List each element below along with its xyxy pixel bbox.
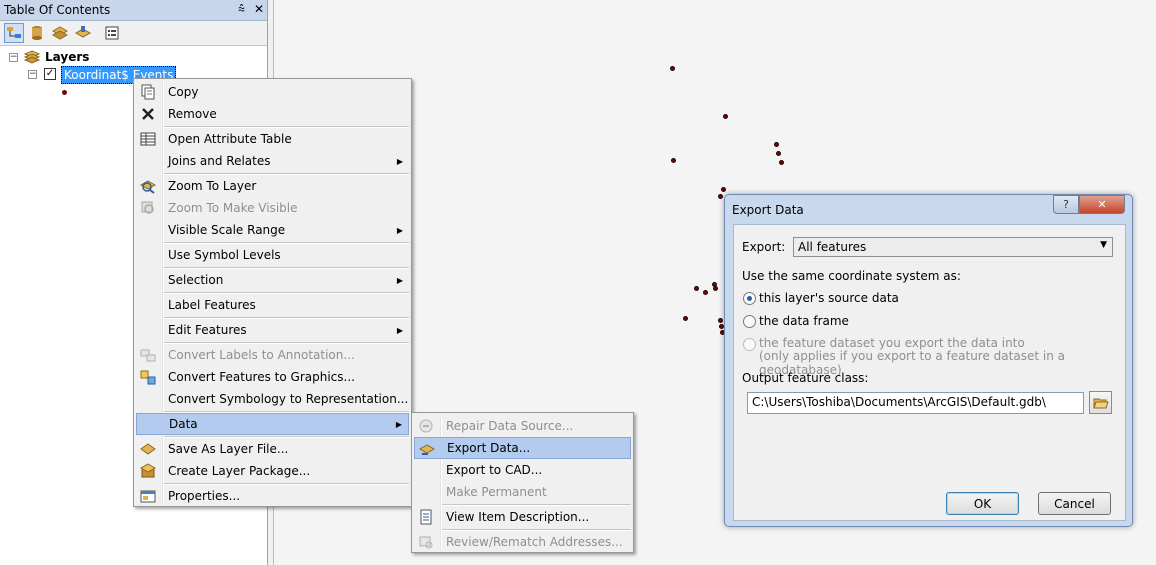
menu-item-make-permanent[interactable]: Make Permanent — [414, 481, 631, 503]
map-point — [718, 318, 723, 323]
chevron-down-icon: ▼ — [1100, 240, 1107, 250]
menu-item-zoom-to-make-visible[interactable]: Zoom To Make Visible — [136, 197, 409, 219]
menu-item-use-symbol-levels[interactable]: Use Symbol Levels — [136, 244, 409, 266]
item-description-icon — [418, 509, 434, 525]
map-point — [670, 66, 675, 71]
menu-item-remove[interactable]: Remove — [136, 103, 409, 125]
zoom-to-visible-icon — [140, 200, 156, 216]
help-button[interactable]: ? — [1053, 195, 1079, 214]
map-point — [774, 142, 779, 147]
layer-visibility-checkbox[interactable]: ✓ — [44, 68, 56, 80]
dialog-title: Export Data — [732, 203, 804, 217]
list-by-visibility-icon[interactable] — [50, 23, 70, 43]
export-data-icon — [419, 441, 435, 457]
map-point — [683, 316, 688, 321]
menu-item-export-data[interactable]: Export Data... — [414, 437, 631, 459]
radio-source-data[interactable] — [743, 292, 756, 305]
options-icon[interactable] — [102, 23, 122, 43]
radio-feature-dataset[interactable] — [743, 338, 756, 351]
menu-item-data[interactable]: Data ▶ — [136, 413, 409, 435]
remove-icon — [140, 106, 156, 122]
open-folder-icon — [1092, 398, 1109, 408]
collapse-layers-icon[interactable]: − — [9, 53, 18, 62]
map-point — [713, 286, 718, 291]
map-point — [718, 194, 723, 199]
menu-item-visible-scale-range[interactable]: Visible Scale Range ▶ — [136, 219, 409, 241]
menu-item-export-to-cad[interactable]: Export to CAD... — [414, 459, 631, 481]
output-path-field[interactable]: C:\Users\Toshiba\Documents\ArcGIS\Defaul… — [747, 392, 1084, 414]
table-icon — [140, 131, 156, 147]
menu-item-zoom-to-layer[interactable]: Zoom To Layer — [136, 175, 409, 197]
data-submenu: Repair Data Source... Export Data... Exp… — [411, 412, 634, 553]
map-point — [703, 290, 708, 295]
ok-button[interactable]: OK — [946, 492, 1019, 515]
close-icon[interactable]: ✕ — [254, 2, 264, 16]
menu-item-convert-symbology[interactable]: Convert Symbology to Representation... — [136, 388, 409, 410]
menu-item-selection[interactable]: Selection ▶ — [136, 269, 409, 291]
cancel-button[interactable]: Cancel — [1038, 492, 1111, 515]
map-point — [779, 160, 784, 165]
menu-item-joins-and-relates[interactable]: Joins and Relates ▶ — [136, 150, 409, 172]
properties-icon — [140, 488, 156, 504]
point-symbol-icon — [62, 90, 67, 95]
close-button[interactable]: ✕ — [1079, 195, 1125, 214]
toc-toolbar — [0, 21, 267, 46]
menu-item-properties[interactable]: Properties... — [136, 485, 409, 507]
export-select-value: All features — [798, 240, 867, 254]
coordinate-system-label: Use the same coordinate system as: — [742, 269, 961, 283]
radio-data-frame[interactable] — [743, 315, 756, 328]
map-point — [694, 286, 699, 291]
list-by-drawing-order-icon[interactable] — [4, 23, 24, 43]
dialog-body: Export: All features ▼ Use the same coor… — [733, 224, 1126, 521]
menu-item-convert-labels[interactable]: Convert Labels to Annotation... — [136, 344, 409, 366]
menu-item-view-item-description[interactable]: View Item Description... — [414, 506, 631, 528]
layers-label: Layers — [45, 50, 90, 64]
repair-data-source-icon — [418, 418, 434, 434]
radio-feature-dataset-label: the feature dataset you export the data … — [759, 336, 1025, 350]
radio-data-frame-label: the data frame — [759, 314, 849, 328]
list-by-selection-icon[interactable] — [73, 23, 93, 43]
collapse-layer-icon[interactable]: − — [28, 70, 37, 79]
map-point — [671, 158, 676, 163]
menu-item-edit-features[interactable]: Edit Features ▶ — [136, 319, 409, 341]
submenu-arrow-icon: ▶ — [395, 419, 402, 429]
output-feature-class-label: Output feature class: — [742, 371, 869, 385]
layers-icon — [23, 50, 41, 67]
map-point — [776, 151, 781, 156]
pin-icon[interactable]: ⩯ — [238, 2, 245, 17]
radio-source-data-label: this layer's source data — [759, 291, 899, 305]
menu-item-label-features[interactable]: Label Features — [136, 294, 409, 316]
map-point — [723, 114, 728, 119]
menu-item-open-attribute-table[interactable]: Open Attribute Table — [136, 128, 409, 150]
menu-item-save-as-layer-file[interactable]: Save As Layer File... — [136, 438, 409, 460]
submenu-arrow-icon: ▶ — [396, 275, 403, 285]
menu-item-repair-data-source[interactable]: Repair Data Source... — [414, 415, 631, 437]
layer-file-icon — [140, 441, 156, 457]
menu-item-review-rematch[interactable]: Review/Rematch Addresses... — [414, 531, 631, 553]
toc-title: Table Of Contents — [4, 3, 111, 17]
convert-labels-icon — [140, 347, 156, 363]
browse-button[interactable] — [1089, 391, 1112, 414]
menu-item-create-layer-package[interactable]: Create Layer Package... — [136, 460, 409, 482]
export-select[interactable]: All features ▼ — [793, 237, 1113, 257]
map-point — [721, 187, 726, 192]
menu-item-copy[interactable]: Copy — [136, 81, 409, 103]
layer-context-menu: Copy Remove Open Attribute Table Joins a… — [133, 78, 412, 507]
zoom-to-layer-icon — [140, 178, 156, 194]
export-data-dialog: Export Data ? ✕ Export: All features ▼ U… — [724, 194, 1133, 527]
copy-icon — [140, 84, 156, 100]
submenu-arrow-icon: ▶ — [396, 156, 403, 166]
convert-features-icon — [140, 369, 156, 385]
submenu-arrow-icon: ▶ — [396, 325, 403, 335]
rematch-addresses-icon — [418, 534, 434, 550]
menu-item-convert-features[interactable]: Convert Features to Graphics... — [136, 366, 409, 388]
list-by-source-icon[interactable] — [27, 23, 47, 43]
layer-package-icon — [140, 463, 156, 479]
toc-title-bar: Table Of Contents ⩯ ✕ — [0, 0, 267, 21]
export-label: Export: — [742, 240, 786, 254]
submenu-arrow-icon: ▶ — [396, 225, 403, 235]
